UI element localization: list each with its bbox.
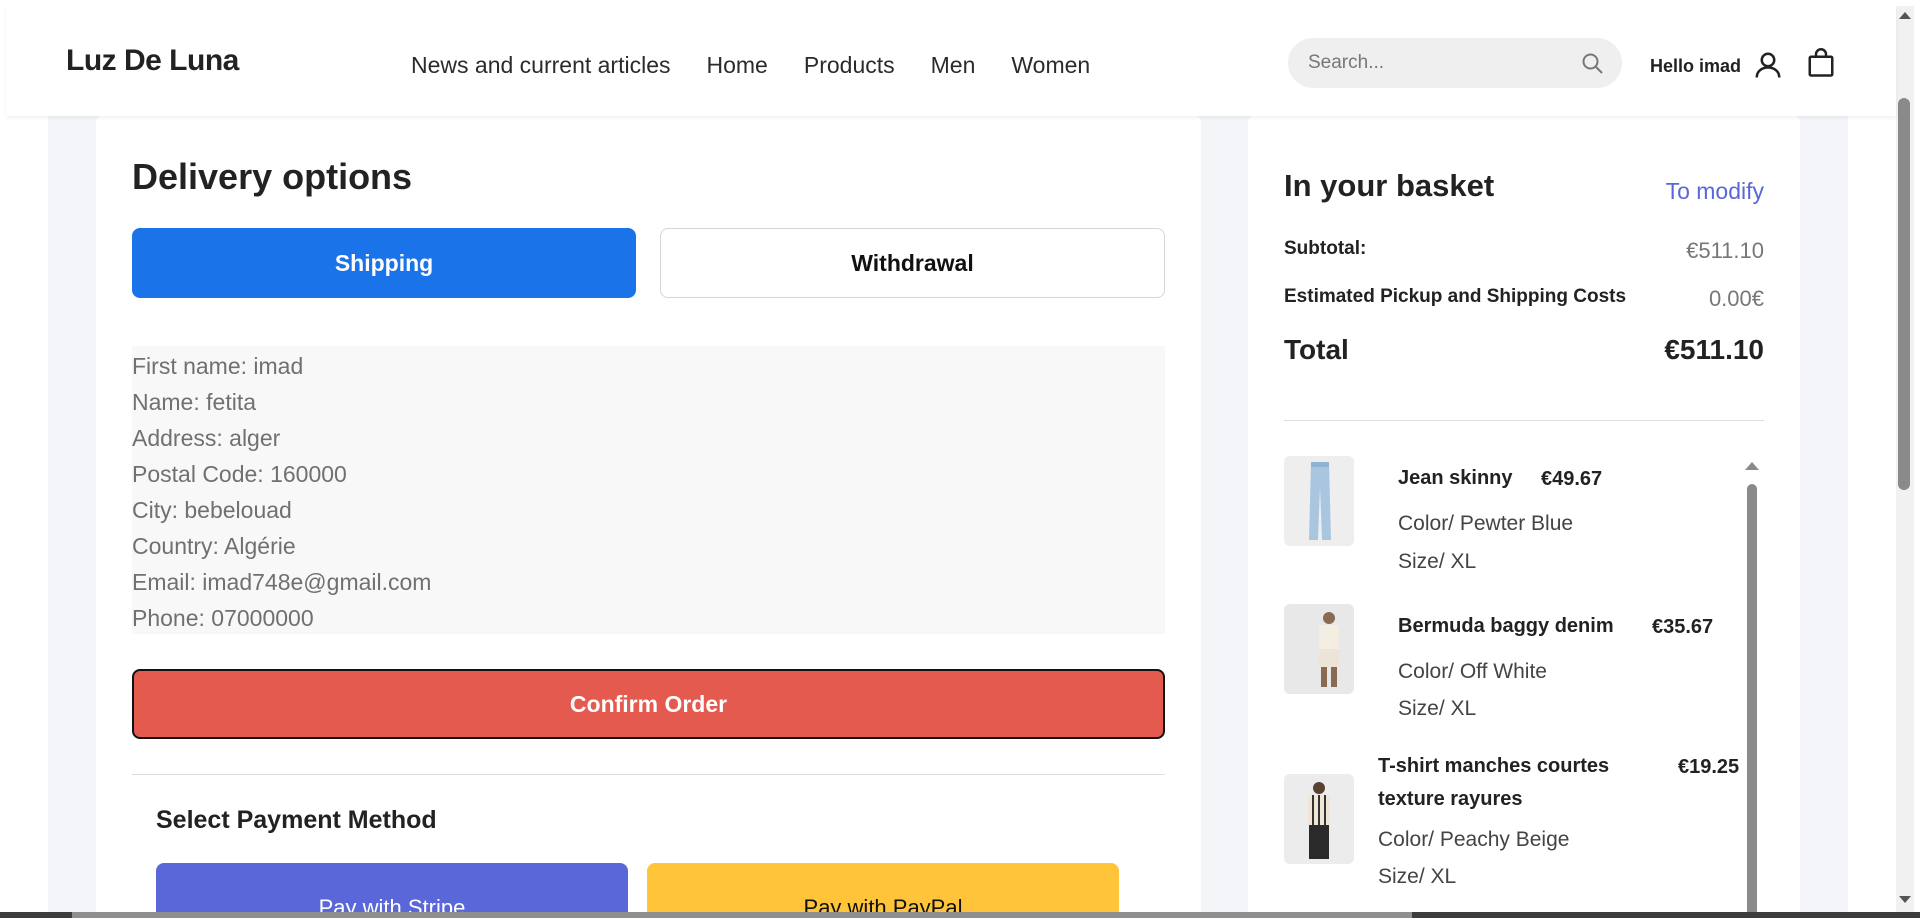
product-image	[1284, 456, 1354, 546]
main-nav: News and current articles Home Products …	[411, 52, 1090, 79]
address-country: Country: Algérie	[132, 533, 296, 559]
item-color: Color/ Pewter Blue	[1398, 512, 1574, 535]
item-size: Size/ XL	[1398, 550, 1477, 573]
item-price: €19.25	[1678, 756, 1740, 778]
taskbar-strip	[0, 912, 1920, 918]
subtotal-label: Subtotal:	[1284, 238, 1367, 259]
item-name[interactable]: Jean skinny	[1398, 462, 1513, 495]
shipping-address: First name: imad Name: fetita Address: a…	[132, 346, 1165, 634]
address-email: Email: imad748e@gmail.com	[132, 569, 432, 595]
shipping-cost-value: 0.00€	[1708, 286, 1764, 311]
site-logo[interactable]: Luz De Luna	[66, 44, 239, 78]
basket-scrollbar-thumb[interactable]	[1747, 484, 1757, 918]
search-icon[interactable]	[1580, 51, 1604, 75]
user-greeting: Hello imad	[1650, 56, 1742, 76]
total-label: Total	[1284, 334, 1349, 365]
jeans-image	[1284, 456, 1354, 546]
bermuda-image	[1284, 604, 1354, 694]
search-input[interactable]	[1308, 38, 1568, 88]
tshirt-image	[1284, 774, 1354, 864]
basket-scroll-up-arrow[interactable]	[1745, 462, 1759, 470]
pay-with-paypal-button[interactable]: Pay with PayPal	[647, 863, 1119, 918]
address-city: City: bebelouad	[132, 497, 292, 523]
shipping-cost-row: Estimated Pickup and Shipping Costs 0.00…	[1284, 286, 1764, 312]
user-icon[interactable]	[1753, 50, 1783, 80]
item-price: €49.67	[1541, 468, 1603, 490]
subtotal-value: €511.10	[1686, 238, 1764, 263]
item-name-line-2[interactable]: texture rayures	[1378, 783, 1523, 816]
search-box	[1288, 38, 1622, 88]
payment-method-title: Select Payment Method	[156, 806, 437, 834]
total-row: Total €511.10	[1284, 334, 1764, 366]
pay-with-stripe-button[interactable]: Pay with Stripe	[156, 863, 628, 918]
address-postal-code: Postal Code: 160000	[132, 461, 347, 487]
nav-products[interactable]: Products	[804, 52, 895, 79]
nav-home[interactable]: Home	[707, 52, 768, 79]
item-color: Color/ Off White	[1398, 660, 1547, 683]
item-size: Size/ XL	[1398, 697, 1477, 720]
basket-card: In your basket To modify Subtotal: €511.…	[1248, 116, 1800, 918]
shipping-cost-label: Estimated Pickup and Shipping Costs	[1284, 286, 1627, 307]
item-price: €35.67	[1652, 616, 1714, 638]
delivery-card: Delivery options Shipping Withdrawal Fir…	[96, 116, 1201, 918]
product-image	[1284, 604, 1354, 694]
site-header: Luz De Luna News and current articles Ho…	[6, 6, 1896, 116]
nav-news[interactable]: News and current articles	[411, 52, 671, 79]
window-scrollbar-thumb[interactable]	[1898, 98, 1910, 490]
item-color: Color/ Peachy Beige	[1378, 828, 1570, 851]
item-name[interactable]: Bermuda baggy denim	[1398, 610, 1614, 643]
nav-men[interactable]: Men	[931, 52, 976, 79]
nav-women[interactable]: Women	[1011, 52, 1090, 79]
address-phone: Phone: 07000000	[132, 605, 314, 631]
item-size: Size/ XL	[1378, 865, 1457, 888]
tab-withdrawal[interactable]: Withdrawal	[660, 228, 1165, 298]
product-image	[1284, 774, 1354, 864]
modify-basket-link[interactable]: To modify	[1666, 178, 1764, 205]
total-value: €511.10	[1664, 334, 1764, 365]
address-name: Name: fetita	[132, 389, 256, 415]
divider	[1284, 420, 1764, 421]
basket-items-list: Jean skinny €49.67 Color/ Pewter Blue Si…	[1284, 456, 1764, 918]
tab-shipping[interactable]: Shipping	[132, 228, 636, 298]
divider	[132, 774, 1165, 775]
delivery-title: Delivery options	[132, 156, 413, 197]
address-street: Address: alger	[132, 425, 281, 451]
window-scroll-up-arrow[interactable]	[1899, 12, 1911, 19]
confirm-order-button[interactable]: Confirm Order	[132, 669, 1165, 739]
item-name-line-1[interactable]: T-shirt manches courtes	[1378, 750, 1609, 783]
shopping-bag-icon[interactable]	[1806, 48, 1836, 78]
basket-title: In your basket	[1284, 168, 1495, 203]
address-first-name: First name: imad	[132, 353, 304, 379]
window-scroll-down-arrow[interactable]	[1899, 896, 1911, 903]
subtotal-row: Subtotal: €511.10	[1284, 238, 1764, 264]
